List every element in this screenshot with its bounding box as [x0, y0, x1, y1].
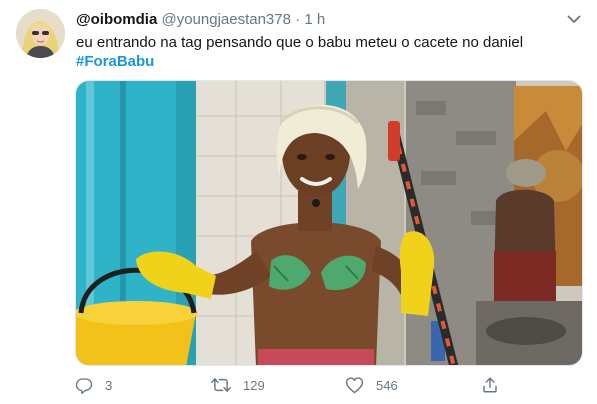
tweet-header: @oibomdia @youngjaestan378 · 1 h — [76, 10, 325, 30]
separator-dot: · — [295, 11, 301, 28]
reply-count: 3 — [105, 377, 113, 393]
like-count: 546 — [376, 377, 398, 393]
tweet-body: eu entrando na tag pensando que o babu m… — [76, 33, 523, 71]
display-name[interactable]: @oibomdia — [76, 11, 157, 28]
retweet-count: 129 — [243, 377, 265, 393]
user-handle[interactable]: @youngjaestan378 — [161, 11, 291, 28]
avatar[interactable] — [16, 9, 65, 58]
retweet-button[interactable]: 129 — [211, 373, 265, 397]
reply-icon — [75, 376, 93, 394]
share-icon — [481, 376, 499, 394]
chevron-down-icon[interactable] — [565, 10, 583, 28]
like-button[interactable]: 546 — [345, 373, 398, 397]
reply-button[interactable]: 3 — [75, 373, 112, 397]
tweet-photo[interactable] — [75, 80, 583, 366]
tweet-text: eu entrando na tag pensando que o babu m… — [76, 34, 524, 51]
share-button[interactable] — [481, 373, 499, 397]
heart-icon — [345, 376, 364, 394]
hashtag-link[interactable]: #ForaBabu — [76, 52, 523, 71]
retweet-icon — [211, 376, 231, 394]
tweet: @oibomdia @youngjaestan378 · 1 h eu entr… — [0, 0, 597, 404]
timestamp[interactable]: 1 h — [304, 11, 325, 28]
tweet-actions: 3 129 546 — [75, 373, 505, 397]
